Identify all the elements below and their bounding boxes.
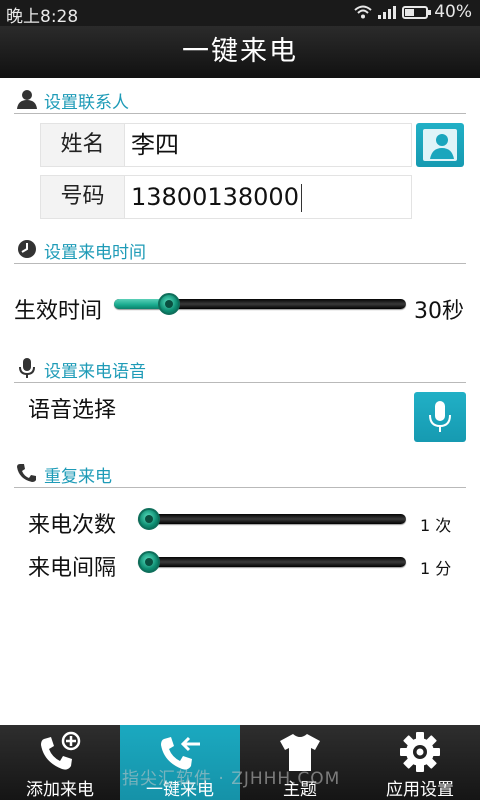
- text-cursor: [300, 184, 302, 212]
- status-time: 晚上8:28: [6, 7, 79, 27]
- call-count-value: 1 次: [420, 516, 452, 535]
- phone-add-icon: [41, 731, 81, 770]
- contact-card-icon: [423, 129, 457, 161]
- tab-add-call-label: 添加来电: [26, 780, 94, 800]
- section-repeat: 重复来电: [14, 458, 466, 488]
- number-value: 13800138000: [131, 183, 299, 211]
- call-count-slider[interactable]: [138, 508, 406, 530]
- name-field[interactable]: 姓名 李四: [40, 123, 412, 167]
- number-field[interactable]: 号码 13800138000: [40, 175, 412, 219]
- tab-app-settings[interactable]: 应用设置: [360, 725, 480, 800]
- phone-icon: [17, 464, 36, 482]
- voice-select-label: 语音选择: [28, 398, 117, 423]
- call-count-label: 来电次数: [28, 513, 117, 538]
- wifi-icon: [354, 5, 372, 19]
- section-contact-title: 设置联系人: [44, 93, 129, 113]
- number-input[interactable]: 13800138000: [131, 176, 302, 218]
- call-interval-label: 来电间隔: [28, 556, 117, 581]
- gear-icon: [400, 732, 440, 772]
- microphone-icon: [429, 401, 451, 432]
- tab-add-call[interactable]: 添加来电: [0, 725, 120, 800]
- section-contact: 设置联系人: [14, 84, 466, 114]
- voice-select-button[interactable]: [414, 392, 466, 442]
- section-time: 设置来电时间: [14, 234, 466, 264]
- effect-time-value: 30秒: [414, 299, 464, 324]
- section-time-title: 设置来电时间: [44, 243, 146, 263]
- tab-app-settings-label: 应用设置: [386, 780, 454, 800]
- status-bar: 晚上8:28 40%: [0, 0, 480, 27]
- page-title: 一键来电: [0, 26, 480, 78]
- effect-time-slider[interactable]: [114, 293, 406, 315]
- microphone-icon: [19, 358, 35, 378]
- call-interval-thumb[interactable]: [138, 551, 160, 573]
- signal-icon: [378, 5, 397, 19]
- effect-time-thumb[interactable]: [158, 293, 181, 315]
- status-indicators: 40%: [354, 2, 472, 22]
- call-interval-value: 1 分: [420, 559, 452, 578]
- person-icon: [17, 90, 37, 109]
- number-label: 号码: [41, 176, 125, 218]
- section-voice: 设置来电语音: [14, 353, 466, 383]
- watermark: 指尖汇软件 · ZJHHH.COM: [122, 769, 341, 789]
- battery-icon: [402, 5, 432, 19]
- section-voice-title: 设置来电语音: [44, 362, 146, 382]
- battery-percent: 40%: [434, 2, 472, 22]
- call-interval-slider[interactable]: [138, 551, 406, 573]
- section-repeat-title: 重复来电: [44, 467, 112, 487]
- clock-icon: [18, 240, 36, 258]
- name-input[interactable]: 李四: [131, 124, 179, 166]
- name-label: 姓名: [41, 124, 125, 166]
- effect-time-label: 生效时间: [14, 299, 103, 324]
- call-count-thumb[interactable]: [138, 508, 160, 530]
- contact-picker-button[interactable]: [416, 123, 464, 167]
